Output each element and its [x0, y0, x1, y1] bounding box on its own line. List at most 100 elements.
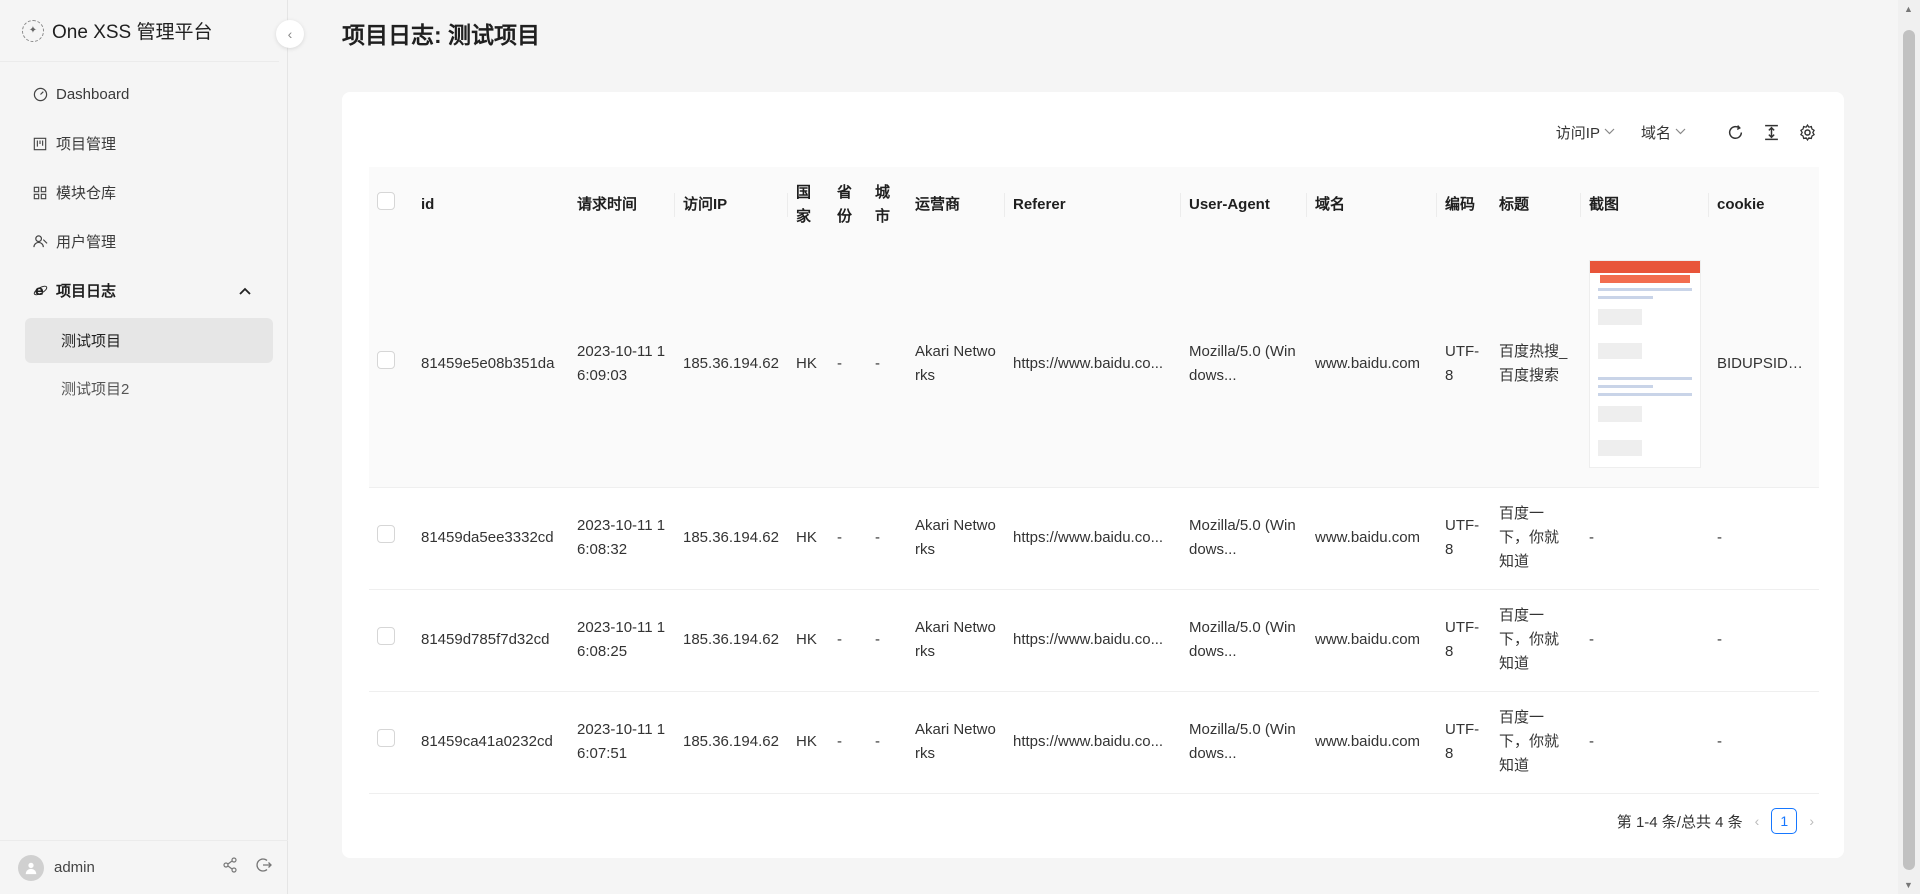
cell-city: - [867, 691, 907, 794]
column-header-id[interactable]: id [413, 167, 569, 242]
cell-referer: https://www.baidu.co... [1005, 487, 1181, 590]
table-header-row: id 请求时间 访问IP 国家 省份 城市 运营商 Referer User-A… [369, 167, 1819, 242]
cell-screenshot: - [1581, 691, 1709, 794]
cell-cookie: BIDUPSID=A... [1709, 242, 1819, 488]
cell-referer: https://www.baidu.co... [1005, 691, 1181, 794]
cell-charset: UTF-8 [1437, 242, 1491, 488]
cell-city: - [867, 242, 907, 488]
cell-id: 81459da5ee3332cd [413, 487, 569, 590]
cell-charset: UTF-8 [1437, 487, 1491, 590]
sidebar-item-users[interactable]: 用户管理 [0, 217, 287, 266]
cell-ip: 185.36.194.62 [675, 589, 788, 692]
sidebar-menu: Dashboard 项目管理 模块仓库 用户管理 e 项目日志 测试项目 测试项… [0, 70, 287, 411]
cell-province: - [829, 589, 867, 692]
row-checkbox[interactable] [377, 729, 395, 747]
column-height-icon[interactable] [1762, 123, 1780, 141]
brand[interactable]: ✦ One XSS 管理平台 [0, 0, 279, 62]
scrollbar-thumb[interactable] [1903, 30, 1915, 870]
column-header-title[interactable]: 标题 [1491, 167, 1581, 242]
row-checkbox[interactable] [377, 627, 395, 645]
chevron-left-icon: ‹ [287, 26, 293, 42]
sidebar-footer: admin [0, 840, 288, 894]
select-all-checkbox[interactable] [377, 191, 395, 210]
sidebar-subitem-test-project-2[interactable]: 测试项目2 [25, 366, 273, 411]
scroll-up-icon[interactable]: ▲ [1904, 4, 1913, 14]
cell-time: 2023-10-11 16:07:51 [569, 691, 675, 794]
column-header-province[interactable]: 省份 [829, 167, 867, 242]
main-content: 项目日志: 测试项目 访问IP 域名 id 请求时间 访问IP 国家 省份 城市… [288, 0, 1898, 894]
cell-domain: www.baidu.com [1307, 691, 1437, 794]
row-select-cell [369, 242, 413, 488]
sidebar-item-project-logs[interactable]: e 项目日志 [0, 266, 287, 315]
column-header-domain[interactable]: 域名 [1307, 167, 1437, 242]
filter-ip-label: 访问IP [1555, 124, 1600, 142]
filter-domain-dropdown[interactable]: 域名 [1641, 122, 1686, 143]
username[interactable]: admin [54, 859, 95, 876]
avatar[interactable] [18, 854, 44, 881]
reload-icon[interactable] [1726, 123, 1744, 141]
column-header-country[interactable]: 国家 [788, 167, 829, 242]
table-tools [1726, 123, 1816, 141]
page-number-button[interactable]: 1 [1771, 808, 1798, 834]
row-select-cell [369, 691, 413, 794]
sidebar-item-dashboard[interactable]: Dashboard [0, 70, 287, 119]
row-checkbox[interactable] [377, 351, 395, 370]
cell-city: - [867, 589, 907, 692]
cell-title: 百度热搜_百度搜索 [1491, 242, 1581, 488]
row-checkbox[interactable] [377, 525, 395, 543]
sidebar-item-projects[interactable]: 项目管理 [0, 119, 287, 168]
table-row[interactable]: 81459da5ee3332cd 2023-10-11 16:08:32 185… [369, 487, 1819, 590]
cell-isp: Akari Networks [907, 589, 1005, 692]
column-header-city[interactable]: 城市 [867, 167, 907, 242]
sidebar-subitem-test-project[interactable]: 测试项目 [25, 318, 273, 363]
table-toolbar: 访问IP 域名 [1530, 118, 1816, 146]
cell-isp: Akari Networks [907, 487, 1005, 590]
collapse-sidebar-button[interactable]: ‹ [276, 20, 304, 48]
scroll-down-icon[interactable]: ▼ [1904, 880, 1913, 890]
column-header-charset[interactable]: 编码 [1437, 167, 1491, 242]
cell-country: HK [788, 589, 829, 692]
sidebar-item-modules[interactable]: 模块仓库 [0, 168, 287, 217]
cell-ip: 185.36.194.62 [675, 691, 788, 794]
cell-domain: www.baidu.com [1307, 242, 1437, 488]
settings-gear-icon[interactable] [1798, 123, 1816, 141]
user-icon [32, 234, 48, 250]
cell-user-agent: Mozilla/5.0 (Windows... [1181, 691, 1307, 794]
cell-referer: https://www.baidu.co... [1005, 242, 1181, 488]
prev-page-icon[interactable]: ‹ [1755, 813, 1760, 829]
next-page-icon[interactable]: › [1809, 813, 1814, 829]
screenshot-thumbnail[interactable] [1589, 260, 1701, 469]
brand-title: One XSS 管理平台 [52, 22, 213, 43]
column-header-screenshot[interactable]: 截图 [1581, 167, 1709, 242]
table-row[interactable]: 81459e5e08b351da 2023-10-11 16:09:03 185… [369, 242, 1819, 488]
cell-user-agent: Mozilla/5.0 (Windows... [1181, 242, 1307, 488]
cell-screenshot: - [1581, 589, 1709, 692]
chevron-down-icon [1675, 126, 1686, 138]
chevron-down-icon [1604, 126, 1615, 138]
cell-domain: www.baidu.com [1307, 487, 1437, 590]
cell-cookie: - [1709, 691, 1819, 794]
pagination: 第 1-4 条/总共 4 条 ‹ 1 › [1617, 808, 1814, 834]
cell-title: 百度一下，你就知道 [1491, 487, 1581, 590]
table-row[interactable]: 81459ca41a0232cd 2023-10-11 16:07:51 185… [369, 691, 1819, 794]
column-header-referer[interactable]: Referer [1005, 167, 1181, 242]
page-title: 项目日志: 测试项目 [342, 22, 541, 48]
filter-ip-dropdown[interactable]: 访问IP [1556, 122, 1615, 143]
cell-cookie: - [1709, 589, 1819, 692]
column-header-cookie[interactable]: cookie [1709, 167, 1819, 242]
column-header-time[interactable]: 请求时间 [569, 167, 675, 242]
cell-city: - [867, 487, 907, 590]
logout-icon[interactable] [256, 857, 272, 878]
cell-country: HK [788, 691, 829, 794]
select-all-cell [369, 167, 413, 242]
sidebar: ✦ One XSS 管理平台 Dashboard 项目管理 模块仓库 用户管理 [0, 0, 288, 894]
log-table: id 请求时间 访问IP 国家 省份 城市 运营商 Referer User-A… [369, 167, 1819, 794]
table-row[interactable]: 81459d785f7d32cd 2023-10-11 16:08:25 185… [369, 589, 1819, 692]
page-scrollbar[interactable]: ▲ ▼ [1898, 0, 1920, 894]
column-header-ip[interactable]: 访问IP [675, 167, 788, 242]
share-icon[interactable] [222, 857, 238, 878]
project-icon [32, 136, 48, 152]
column-header-user-agent[interactable]: User-Agent [1181, 167, 1307, 242]
column-header-isp[interactable]: 运营商 [907, 167, 1005, 242]
cell-screenshot [1581, 242, 1709, 488]
